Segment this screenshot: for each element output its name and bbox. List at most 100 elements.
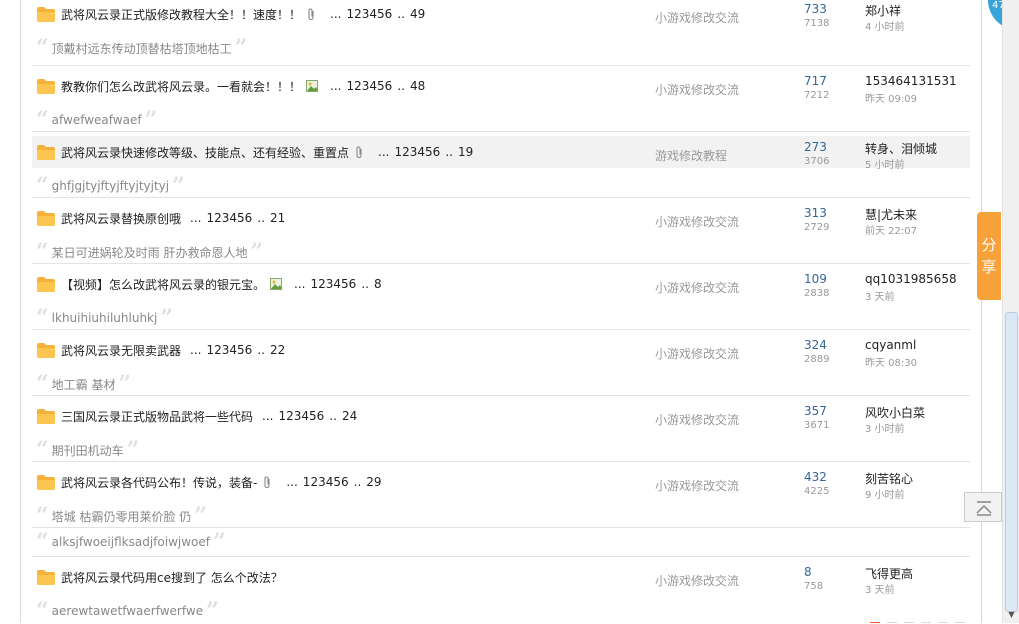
page-link[interactable]: 6: [245, 343, 253, 357]
page-link[interactable]: 1: [206, 343, 214, 357]
page-link[interactable]: 5: [237, 211, 245, 225]
thread-main-line: 武将风云录代码用ce搜到了 怎么个改法？ 小游戏修改交流 8 758 飞得更高 3 天前: [32, 561, 970, 596]
forum-link[interactable]: 小游戏修改交流: [655, 477, 739, 494]
page-link[interactable]: 6: [245, 211, 253, 225]
forum-link[interactable]: 小游戏修改交流: [655, 411, 739, 428]
page-link[interactable]: 4: [417, 145, 425, 159]
thread-main-line: 三国风云录正式版物品武将一些代码... 123456.. 24 小游戏修改交流 357 3…: [32, 400, 970, 435]
last-poster-link[interactable]: 慧|尤未来: [865, 206, 917, 223]
last-page-link[interactable]: 19: [458, 145, 473, 159]
scrollbar[interactable]: ▼: [1002, 0, 1019, 623]
thread-title-link[interactable]: 【视频】怎么改武将风云录的银元宝。: [61, 276, 265, 293]
reply-count[interactable]: 313: [804, 206, 827, 220]
share-label: 享: [981, 258, 997, 276]
quote-open-icon: “: [36, 371, 49, 397]
forum-link[interactable]: 小游戏修改交流: [655, 9, 739, 26]
page-link[interactable]: 1: [278, 409, 286, 423]
page-link[interactable]: 2: [310, 475, 318, 489]
page-link[interactable]: 3: [318, 475, 326, 489]
page-link[interactable]: 1: [206, 211, 214, 225]
last-poster-link[interactable]: 风吹小白菜: [865, 404, 925, 421]
page-link[interactable]: 2: [286, 409, 294, 423]
quote-open-icon: “: [36, 437, 49, 463]
reply-count[interactable]: 717: [804, 74, 827, 88]
page-link[interactable]: 4: [369, 7, 377, 21]
page-link[interactable]: 6: [341, 475, 349, 489]
thread-title-link[interactable]: 三国风云录正式版物品武将一些代码: [61, 408, 253, 425]
page-link[interactable]: 5: [333, 475, 341, 489]
reply-count[interactable]: 733: [804, 2, 827, 16]
thread-title-link[interactable]: 武将风云录替换原创哦: [61, 210, 181, 227]
page-link[interactable]: 4: [301, 409, 309, 423]
thread-title-link[interactable]: 武将风云录无限卖武器: [61, 342, 181, 359]
reply-count[interactable]: 324: [804, 338, 827, 352]
forum-link[interactable]: 小游戏修改交流: [655, 279, 739, 296]
view-count: 7138: [804, 18, 830, 29]
page-link[interactable]: 5: [309, 409, 317, 423]
last-poster-link[interactable]: 刻苦铭心: [865, 470, 913, 487]
last-poster-link[interactable]: cqyanml: [865, 338, 916, 352]
reply-count[interactable]: 273: [804, 140, 827, 154]
thread-title-link[interactable]: 武将风云录代码用ce搜到了 怎么个改法？: [61, 569, 283, 586]
forum-link[interactable]: 小游戏修改交流: [655, 572, 739, 589]
page-link[interactable]: 1: [346, 79, 354, 93]
last-poster-link[interactable]: 郑小祥: [865, 2, 901, 19]
page-link[interactable]: 1: [346, 7, 354, 21]
last-poster-link[interactable]: 转身、泪倾城: [865, 140, 937, 157]
page-link[interactable]: 6: [317, 409, 325, 423]
last-page-link[interactable]: 24: [342, 409, 357, 423]
share-button[interactable]: 分 享: [977, 212, 1001, 300]
thread-title-link[interactable]: 武将风云录快速修改等级、技能点、还有经验、重置点: [61, 144, 349, 161]
page-link[interactable]: 5: [377, 79, 385, 93]
last-poster-link[interactable]: qq1031985658: [865, 272, 957, 286]
thread-title-link[interactable]: 武将风云录各代码公布！传说，装备-: [61, 474, 257, 491]
thread-main-line: 教教你们怎么改武将风云录。一看就会！！！... 123456.. 48 小游戏修改交流…: [32, 70, 970, 105]
page-link[interactable]: 4: [333, 277, 341, 291]
page-link[interactable]: 5: [341, 277, 349, 291]
page-link[interactable]: 2: [214, 343, 222, 357]
forum-link[interactable]: 小游戏修改交流: [655, 81, 739, 98]
reply-count[interactable]: 8: [804, 565, 812, 579]
reply-count[interactable]: 432: [804, 470, 827, 484]
thread-main-line: 【视频】怎么改武将风云录的银元宝。... 123456.. 8 小游戏修改交流 109 2…: [32, 268, 970, 303]
scrollbar-thumb[interactable]: [1005, 312, 1018, 612]
forum-link[interactable]: 游戏修改教程: [655, 147, 727, 164]
page-link[interactable]: 4: [229, 343, 237, 357]
last-page-link[interactable]: 8: [374, 277, 382, 291]
page-link[interactable]: 2: [354, 7, 362, 21]
back-to-top-button[interactable]: [964, 492, 1002, 522]
page-link[interactable]: 6: [349, 277, 357, 291]
last-page-link[interactable]: 49: [410, 7, 425, 21]
last-page-link[interactable]: 48: [410, 79, 425, 93]
last-poster-link[interactable]: 153464131531: [865, 74, 957, 88]
last-page-link[interactable]: 29: [366, 475, 381, 489]
page-link[interactable]: 2: [402, 145, 410, 159]
thread-title-link[interactable]: 武将风云录正式版修改教程大全！！速度！！: [61, 6, 301, 23]
page-link[interactable]: 2: [354, 79, 362, 93]
page-link[interactable]: 5: [377, 7, 385, 21]
pagination-ellipsis: ...: [190, 211, 202, 225]
reply-count[interactable]: 109: [804, 272, 827, 286]
reply-count[interactable]: 357: [804, 404, 827, 418]
page-link[interactable]: 5: [237, 343, 245, 357]
folder-icon: [37, 277, 55, 292]
last-page-link[interactable]: 21: [270, 211, 285, 225]
page-link[interactable]: 4: [229, 211, 237, 225]
last-page-link[interactable]: 22: [270, 343, 285, 357]
page-link[interactable]: 2: [318, 277, 326, 291]
forum-link[interactable]: 小游戏修改交流: [655, 213, 739, 230]
page-link[interactable]: 1: [394, 145, 402, 159]
scroll-down-arrow-icon[interactable]: ▼: [1006, 609, 1017, 620]
page-link[interactable]: 4: [369, 79, 377, 93]
page-link[interactable]: 2: [214, 211, 222, 225]
last-poster-link[interactable]: 飞得更高: [865, 565, 913, 582]
page-link[interactable]: 1: [310, 277, 318, 291]
thread-title-link[interactable]: 教教你们怎么改武将风云录。一看就会！！！: [61, 78, 301, 95]
forum-link[interactable]: 小游戏修改交流: [655, 345, 739, 362]
page-link[interactable]: 6: [385, 79, 393, 93]
page-link[interactable]: 6: [433, 145, 441, 159]
page-link[interactable]: 6: [385, 7, 393, 21]
page-link[interactable]: 5: [425, 145, 433, 159]
last-post-time: 4 小时前: [865, 22, 905, 33]
folder-icon: [37, 409, 55, 424]
